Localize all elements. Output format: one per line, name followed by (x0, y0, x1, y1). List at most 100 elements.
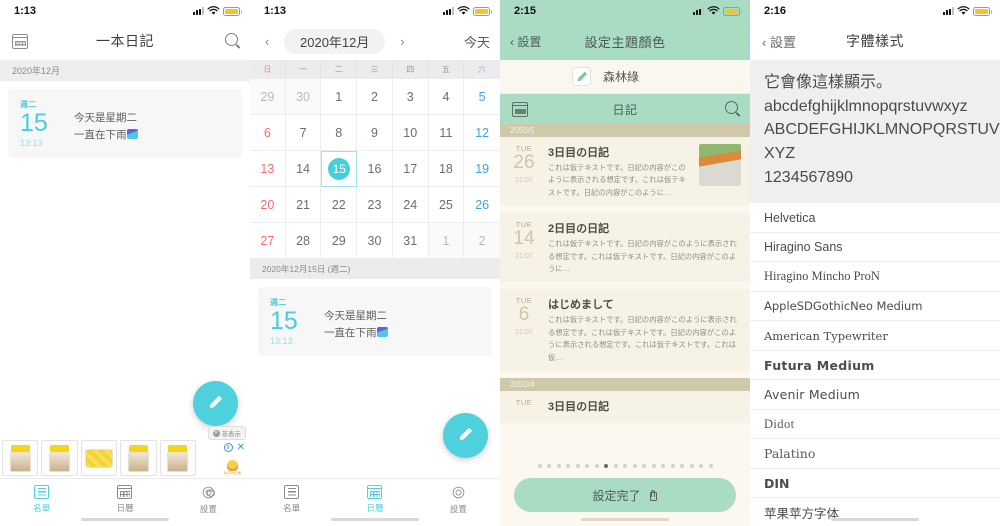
theme-selected-row[interactable]: 森林綠 (500, 60, 750, 94)
font-list-item[interactable]: Futura Medium (750, 351, 1000, 381)
ad-thumb[interactable] (2, 440, 39, 476)
calendar-day[interactable]: 14 (285, 151, 322, 187)
color-dot[interactable] (680, 464, 684, 468)
color-dot[interactable] (604, 464, 608, 468)
calendar-day[interactable]: 18 (428, 151, 465, 187)
ad-thumb[interactable] (159, 440, 196, 476)
today-button[interactable]: 今天 (464, 32, 490, 51)
color-dot[interactable] (689, 464, 694, 468)
diary-entry-card[interactable]: 週二 15 13:13 今天是星期二 一直在下雨 (258, 287, 492, 357)
calendar-day[interactable]: 12 (464, 115, 500, 151)
tab-list[interactable]: 名單 (0, 479, 83, 526)
ad-logo[interactable]: ねずみ企画 (224, 460, 241, 476)
calendar-day[interactable]: 26 (464, 187, 500, 223)
ad-thumb[interactable] (41, 440, 78, 476)
compose-fab[interactable] (443, 413, 488, 458)
calendar-day[interactable]: 8 (321, 115, 358, 151)
tab-settings[interactable]: 設置 (167, 479, 250, 526)
calendar-day[interactable]: 30 (285, 79, 322, 115)
color-dot[interactable] (623, 464, 627, 468)
preview-entry[interactable]: TUE 3日目の日記 (500, 390, 750, 423)
calendar-day[interactable]: 17 (392, 151, 429, 187)
calendar-day-selected[interactable]: 15 (321, 151, 358, 187)
ad-thumb[interactable] (120, 440, 157, 476)
calendar-icon[interactable] (12, 33, 28, 49)
back-button[interactable]: ‹ 設置 (510, 33, 541, 50)
calendar-day[interactable]: 22 (321, 187, 358, 223)
color-dot[interactable] (594, 464, 599, 468)
calendar-day[interactable]: 13 (250, 151, 286, 187)
color-dot[interactable] (670, 464, 675, 468)
font-list-item[interactable]: DIN (750, 469, 1000, 499)
signal-icon (193, 7, 204, 15)
preview-entry[interactable]: TUE 6 21:07 はじめまして これは仮テキストです。日記の内容がこのように表示さ… (500, 289, 750, 371)
calendar-day[interactable]: 29 (321, 223, 358, 259)
calendar-day[interactable]: 20 (250, 187, 286, 223)
month-selector[interactable]: 2020年12月 (284, 28, 386, 54)
font-list-item[interactable]: Helvetica (750, 203, 1000, 233)
search-button[interactable] (225, 33, 238, 49)
back-button[interactable]: ‹ 設置 (762, 32, 796, 51)
calendar-day[interactable]: 5 (464, 79, 500, 115)
calendar-day[interactable]: 1 (428, 223, 465, 259)
font-list-item[interactable]: Palatino (750, 439, 1000, 469)
color-dot[interactable] (556, 464, 561, 468)
calendar-day[interactable]: 3 (392, 79, 429, 115)
color-dot[interactable] (699, 464, 703, 468)
calendar-day[interactable]: 2 (357, 79, 393, 115)
compose-fab[interactable] (193, 381, 238, 426)
next-month-button[interactable]: › (395, 34, 409, 49)
ad-thumb[interactable] (80, 440, 118, 476)
prev-month-button[interactable]: ‹ (260, 34, 274, 49)
color-dot[interactable] (547, 464, 551, 468)
calendar-day[interactable]: 11 (428, 115, 465, 151)
color-dot[interactable] (661, 464, 665, 468)
font-list-item[interactable]: Avenir Medium (750, 380, 1000, 410)
color-dot[interactable] (575, 464, 580, 468)
preview-entry[interactable]: TUE 14 21:07 2日目の日記 これは仮テキストです。日記の内容がこのように表示… (500, 213, 750, 283)
font-list-item[interactable]: AppleSDGothicNeo Medium (750, 292, 1000, 322)
calendar-day[interactable]: 27 (250, 223, 286, 259)
font-list-item[interactable]: Hiragino Sans (750, 233, 1000, 263)
color-dot[interactable] (613, 464, 618, 468)
calendar-day[interactable]: 24 (392, 187, 429, 223)
diary-entry-card[interactable]: 週二 15 13:13 今天是星期二 一直在下雨 (8, 89, 242, 159)
font-list-item[interactable]: American Typewriter (750, 321, 1000, 351)
preview-entry[interactable]: TUE 26 21:07 3日目の日記 これは仮テキストです。日記の内容がこのように表示… (500, 137, 750, 207)
color-dot[interactable] (642, 464, 646, 468)
calendar-day[interactable]: 16 (357, 151, 393, 187)
color-pager-dots[interactable] (500, 464, 750, 468)
color-dot[interactable] (537, 464, 542, 468)
tab-list[interactable]: 名單 (250, 479, 333, 526)
tab-settings[interactable]: 設置 (417, 479, 500, 526)
nav-bar: ‹ 設置 設定主題顏色 (500, 22, 750, 60)
color-dot[interactable] (585, 464, 589, 468)
color-dot[interactable] (708, 464, 713, 468)
ad-hide-button[interactable]: ✕ 非表示 (207, 426, 246, 440)
calendar-day[interactable]: 1 (321, 79, 358, 115)
color-dot[interactable] (651, 464, 656, 468)
close-icon[interactable]: ✕ (237, 443, 245, 453)
color-dot[interactable] (632, 464, 637, 468)
calendar-day[interactable]: 10 (392, 115, 429, 151)
calendar-day[interactable]: 21 (285, 187, 322, 223)
confirm-button[interactable]: 設定完了 (514, 478, 736, 512)
calendar-day[interactable]: 31 (392, 223, 429, 259)
color-dot[interactable] (566, 464, 570, 468)
font-list-item[interactable]: Hiragino Mincho ProN (750, 262, 1000, 292)
ad-banner[interactable]: ✕ 非表示 i ✕ ねずみ企画 (0, 426, 250, 478)
calendar-day[interactable]: 2 (464, 223, 500, 259)
calendar-day[interactable]: 28 (285, 223, 322, 259)
info-icon[interactable]: i (223, 443, 233, 452)
calendar-day[interactable]: 4 (428, 79, 465, 115)
calendar-day[interactable]: 19 (464, 151, 500, 187)
font-list-item[interactable]: Didot (750, 410, 1000, 440)
calendar-day[interactable]: 6 (250, 115, 286, 151)
calendar-day[interactable]: 23 (357, 187, 393, 223)
calendar-day[interactable]: 7 (285, 115, 322, 151)
calendar-day[interactable]: 9 (357, 115, 393, 151)
calendar-day[interactable]: 30 (357, 223, 393, 259)
calendar-day[interactable]: 25 (428, 187, 465, 223)
font-list-item[interactable]: 苹果苹方字体 (750, 498, 1000, 526)
calendar-day[interactable]: 29 (250, 79, 286, 115)
